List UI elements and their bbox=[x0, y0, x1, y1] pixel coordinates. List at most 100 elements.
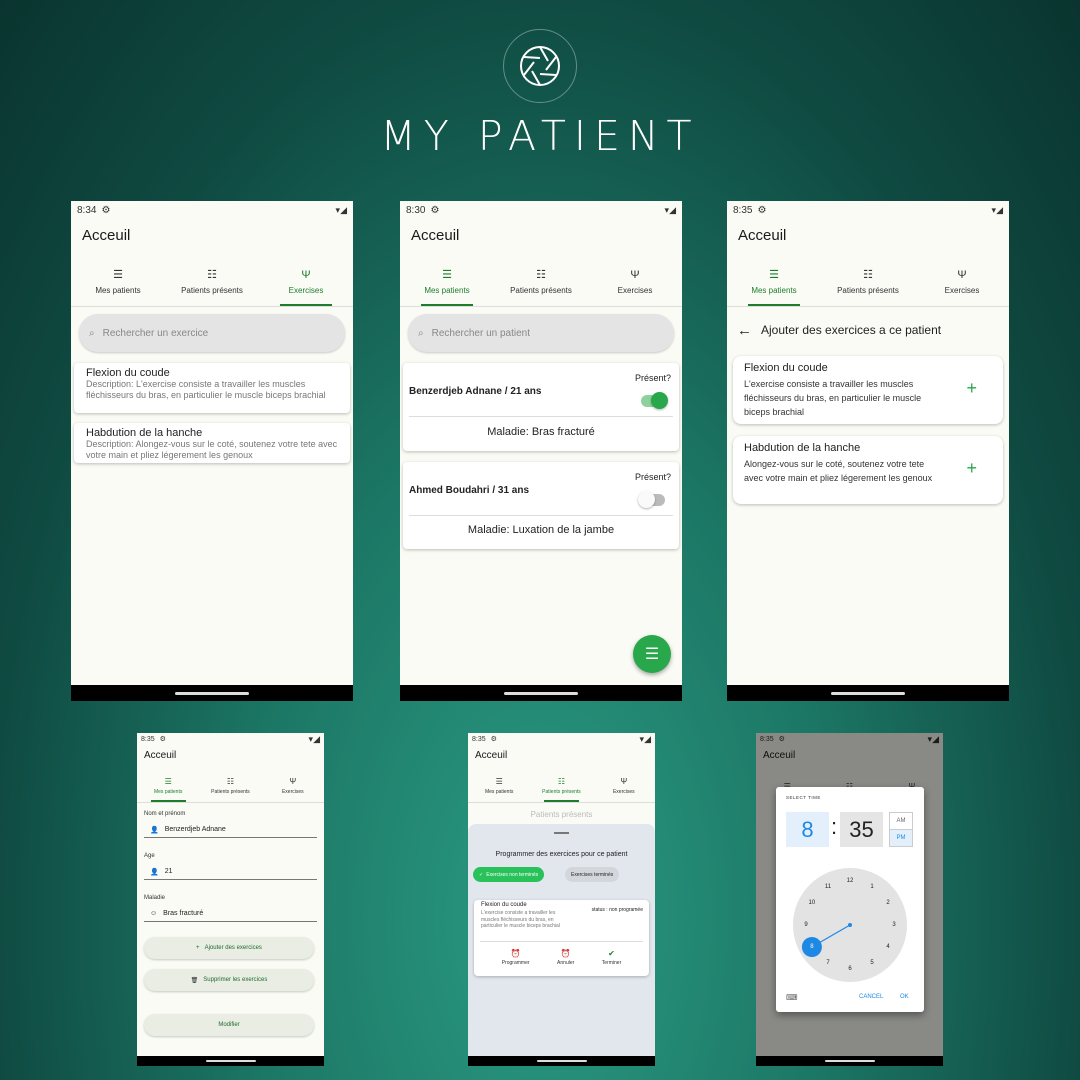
list-icon: ☰ bbox=[442, 269, 452, 281]
chip-done[interactable]: Exercises terminés bbox=[565, 867, 620, 882]
clock-number[interactable]: 10 bbox=[809, 900, 816, 906]
gear-icon: ⚙ bbox=[757, 204, 767, 216]
clock-number[interactable]: 11 bbox=[825, 884, 831, 890]
disease-field[interactable]: ☺ Bras fracturé bbox=[144, 906, 317, 922]
tab-label: Exercises bbox=[617, 286, 653, 295]
clock-number[interactable]: 7 bbox=[826, 960, 829, 966]
edit-button[interactable]: Modifier bbox=[144, 1014, 314, 1036]
menu-icon: ☰ bbox=[644, 646, 660, 663]
tab-patients-presents[interactable]: ☷ Patients présents bbox=[494, 259, 588, 306]
action-label: Programmer bbox=[501, 960, 530, 966]
list-title: Patients présents bbox=[530, 810, 593, 819]
tab-mes-patients[interactable]: ☰ Mes patients bbox=[468, 771, 530, 802]
field-value: Benzerdjeb Adnane bbox=[164, 826, 226, 833]
clock-number[interactable]: 8 bbox=[810, 944, 813, 950]
add-exercise-button[interactable]: + bbox=[966, 378, 977, 399]
minute-display[interactable]: 35 bbox=[840, 812, 883, 847]
chip-label: Exercises non terminés bbox=[486, 871, 539, 878]
page-title: Acceuil bbox=[411, 227, 460, 244]
tab-exercises[interactable]: Ψ Exercises bbox=[593, 771, 655, 802]
status-bar: 8:35 ⚙ ▾◢ bbox=[468, 733, 655, 745]
exercise-card: Flexion du coude L'exercise consiste a t… bbox=[733, 356, 1003, 424]
ok-button[interactable]: OK bbox=[900, 994, 909, 1000]
screen-exercises: 8:34 ⚙ ▾◢ Acceuil ☰ Mes patients ☷ Patients … bbox=[71, 201, 353, 701]
app-logo bbox=[503, 29, 577, 103]
hour-display[interactable]: 8 bbox=[786, 812, 829, 847]
tab-mes-patients[interactable]: ☰ Mes patients bbox=[137, 771, 199, 802]
tab-mes-patients[interactable]: ☰ Mes patients bbox=[727, 259, 821, 306]
tab-patients-presents[interactable]: ☷ Patients présents bbox=[530, 771, 592, 802]
tab-label: Mes patients bbox=[424, 286, 470, 295]
keyboard-icon[interactable]: ⌨ bbox=[786, 993, 798, 1002]
exercise-title: Habdution de la hanche bbox=[86, 427, 203, 439]
name-field[interactable]: 👤 Benzerdjeb Adnane bbox=[144, 822, 317, 838]
tab-mes-patients[interactable]: ☰ Mes patients bbox=[71, 259, 165, 306]
present-toggle[interactable] bbox=[638, 491, 665, 508]
tab-label: Mes patients bbox=[153, 789, 183, 795]
home-indicator[interactable] bbox=[205, 1060, 256, 1062]
divider bbox=[409, 515, 673, 516]
home-indicator[interactable] bbox=[824, 1060, 875, 1062]
exercise-card[interactable]: Flexion du coude Description: L'exercise… bbox=[74, 363, 350, 413]
tab-exercises[interactable]: Ψ Exercises bbox=[588, 259, 682, 306]
signal-icon: ▾◢ bbox=[335, 204, 347, 215]
delete-exercises-button[interactable]: 🗑 Supprimer les exercices bbox=[144, 969, 314, 991]
tab-exercises[interactable]: Ψ Exercises bbox=[259, 259, 353, 306]
clock-face[interactable]: 12 1 2 3 4 5 6 7 8 9 10 11 bbox=[793, 868, 907, 982]
clock-number[interactable]: 2 bbox=[886, 900, 889, 906]
tab-patients-presents[interactable]: ☷ Patients présents bbox=[199, 771, 261, 802]
nav-bar bbox=[727, 685, 1009, 701]
tab-exercises[interactable]: Ψ Exercises bbox=[262, 771, 324, 802]
clock-number[interactable]: 12 bbox=[847, 878, 854, 884]
page-title: Acceuil bbox=[738, 227, 787, 244]
clock-number[interactable]: 4 bbox=[886, 944, 889, 950]
home-indicator[interactable] bbox=[536, 1060, 587, 1062]
tab-label: Mes patients bbox=[751, 286, 797, 295]
status-bar: 8:35 ⚙ ▾◢ bbox=[727, 201, 1009, 219]
sheet-handle[interactable] bbox=[554, 832, 569, 834]
age-field[interactable]: 👤 21 bbox=[144, 864, 317, 880]
tab-patients-presents[interactable]: ☷ Patients présents bbox=[821, 259, 915, 306]
patient-card[interactable]: Présent? Benzerdjeb Adnane / 21 ans Mala… bbox=[403, 363, 679, 451]
search-placeholder: Rechercher un exercice bbox=[102, 327, 209, 339]
tab-patients-presents[interactable]: ☷ Patients présents bbox=[165, 259, 259, 306]
chip-not-done[interactable]: ✓ Exercises non terminés bbox=[473, 867, 545, 882]
clock-number[interactable]: 6 bbox=[848, 966, 851, 972]
button-label: Modifier bbox=[218, 1022, 240, 1028]
back-arrow-icon[interactable]: ← bbox=[737, 322, 752, 339]
signal-icon: ▾◢ bbox=[991, 204, 1003, 215]
search-input[interactable]: ⌕ Rechercher un exercice bbox=[79, 314, 345, 352]
check-icon: ✓ bbox=[479, 871, 484, 878]
subheader: Ajouter des exercices a ce patient bbox=[761, 323, 942, 337]
alarm-icon: ⏰ bbox=[510, 949, 521, 958]
add-exercise-button[interactable]: + bbox=[966, 458, 977, 479]
tab-mes-patients[interactable]: ☰ Mes patients bbox=[400, 259, 494, 306]
schedule-action[interactable]: ⏰ Programmer bbox=[502, 949, 530, 966]
am-toggle[interactable]: AM bbox=[889, 812, 913, 830]
cancel-action[interactable]: ⏰ Annuler bbox=[557, 949, 574, 966]
home-indicator[interactable] bbox=[504, 691, 578, 695]
exercise-card[interactable]: Habdution de la hanche Description: Alon… bbox=[74, 423, 350, 463]
cancel-button[interactable]: CANCEL bbox=[859, 994, 883, 1000]
finish-action[interactable]: ✔ Terminer bbox=[602, 949, 621, 966]
signal-icon: ▾◢ bbox=[664, 204, 676, 215]
present-label: Présent? bbox=[634, 373, 671, 383]
home-indicator[interactable] bbox=[175, 691, 249, 695]
screen-schedule-exercises: 8:35 ⚙ ▾◢ Acceuil ☰ Mes patients ☷ Patients … bbox=[468, 733, 655, 1066]
patient-card[interactable]: Présent? Ahmed Boudahri / 31 ans Maladie… bbox=[403, 462, 679, 549]
search-input[interactable]: ⌕ Rechercher un patient bbox=[408, 314, 674, 352]
present-toggle[interactable] bbox=[641, 392, 668, 409]
status-bar: 8:35 ⚙ ▾◢ bbox=[137, 733, 324, 745]
clock-number[interactable]: 3 bbox=[892, 922, 895, 928]
clock-number[interactable]: 1 bbox=[870, 884, 873, 890]
tab-exercises[interactable]: Ψ Exercises bbox=[915, 259, 1009, 306]
tab-bar: ☰ Mes patients ☷ Patients présents Ψ Exerci… bbox=[71, 259, 353, 307]
menu-fab-button[interactable]: ☰ bbox=[633, 635, 671, 673]
patient-name: Benzerdjeb Adnane / 21 ans bbox=[409, 386, 542, 397]
tab-label: Exercises bbox=[288, 286, 324, 295]
clock-number[interactable]: 9 bbox=[804, 922, 807, 928]
clock-number[interactable]: 5 bbox=[870, 960, 873, 966]
add-exercises-button[interactable]: + Ajouter des exercices bbox=[144, 937, 314, 959]
pm-toggle[interactable]: PM bbox=[889, 829, 913, 847]
home-indicator[interactable] bbox=[831, 691, 905, 695]
